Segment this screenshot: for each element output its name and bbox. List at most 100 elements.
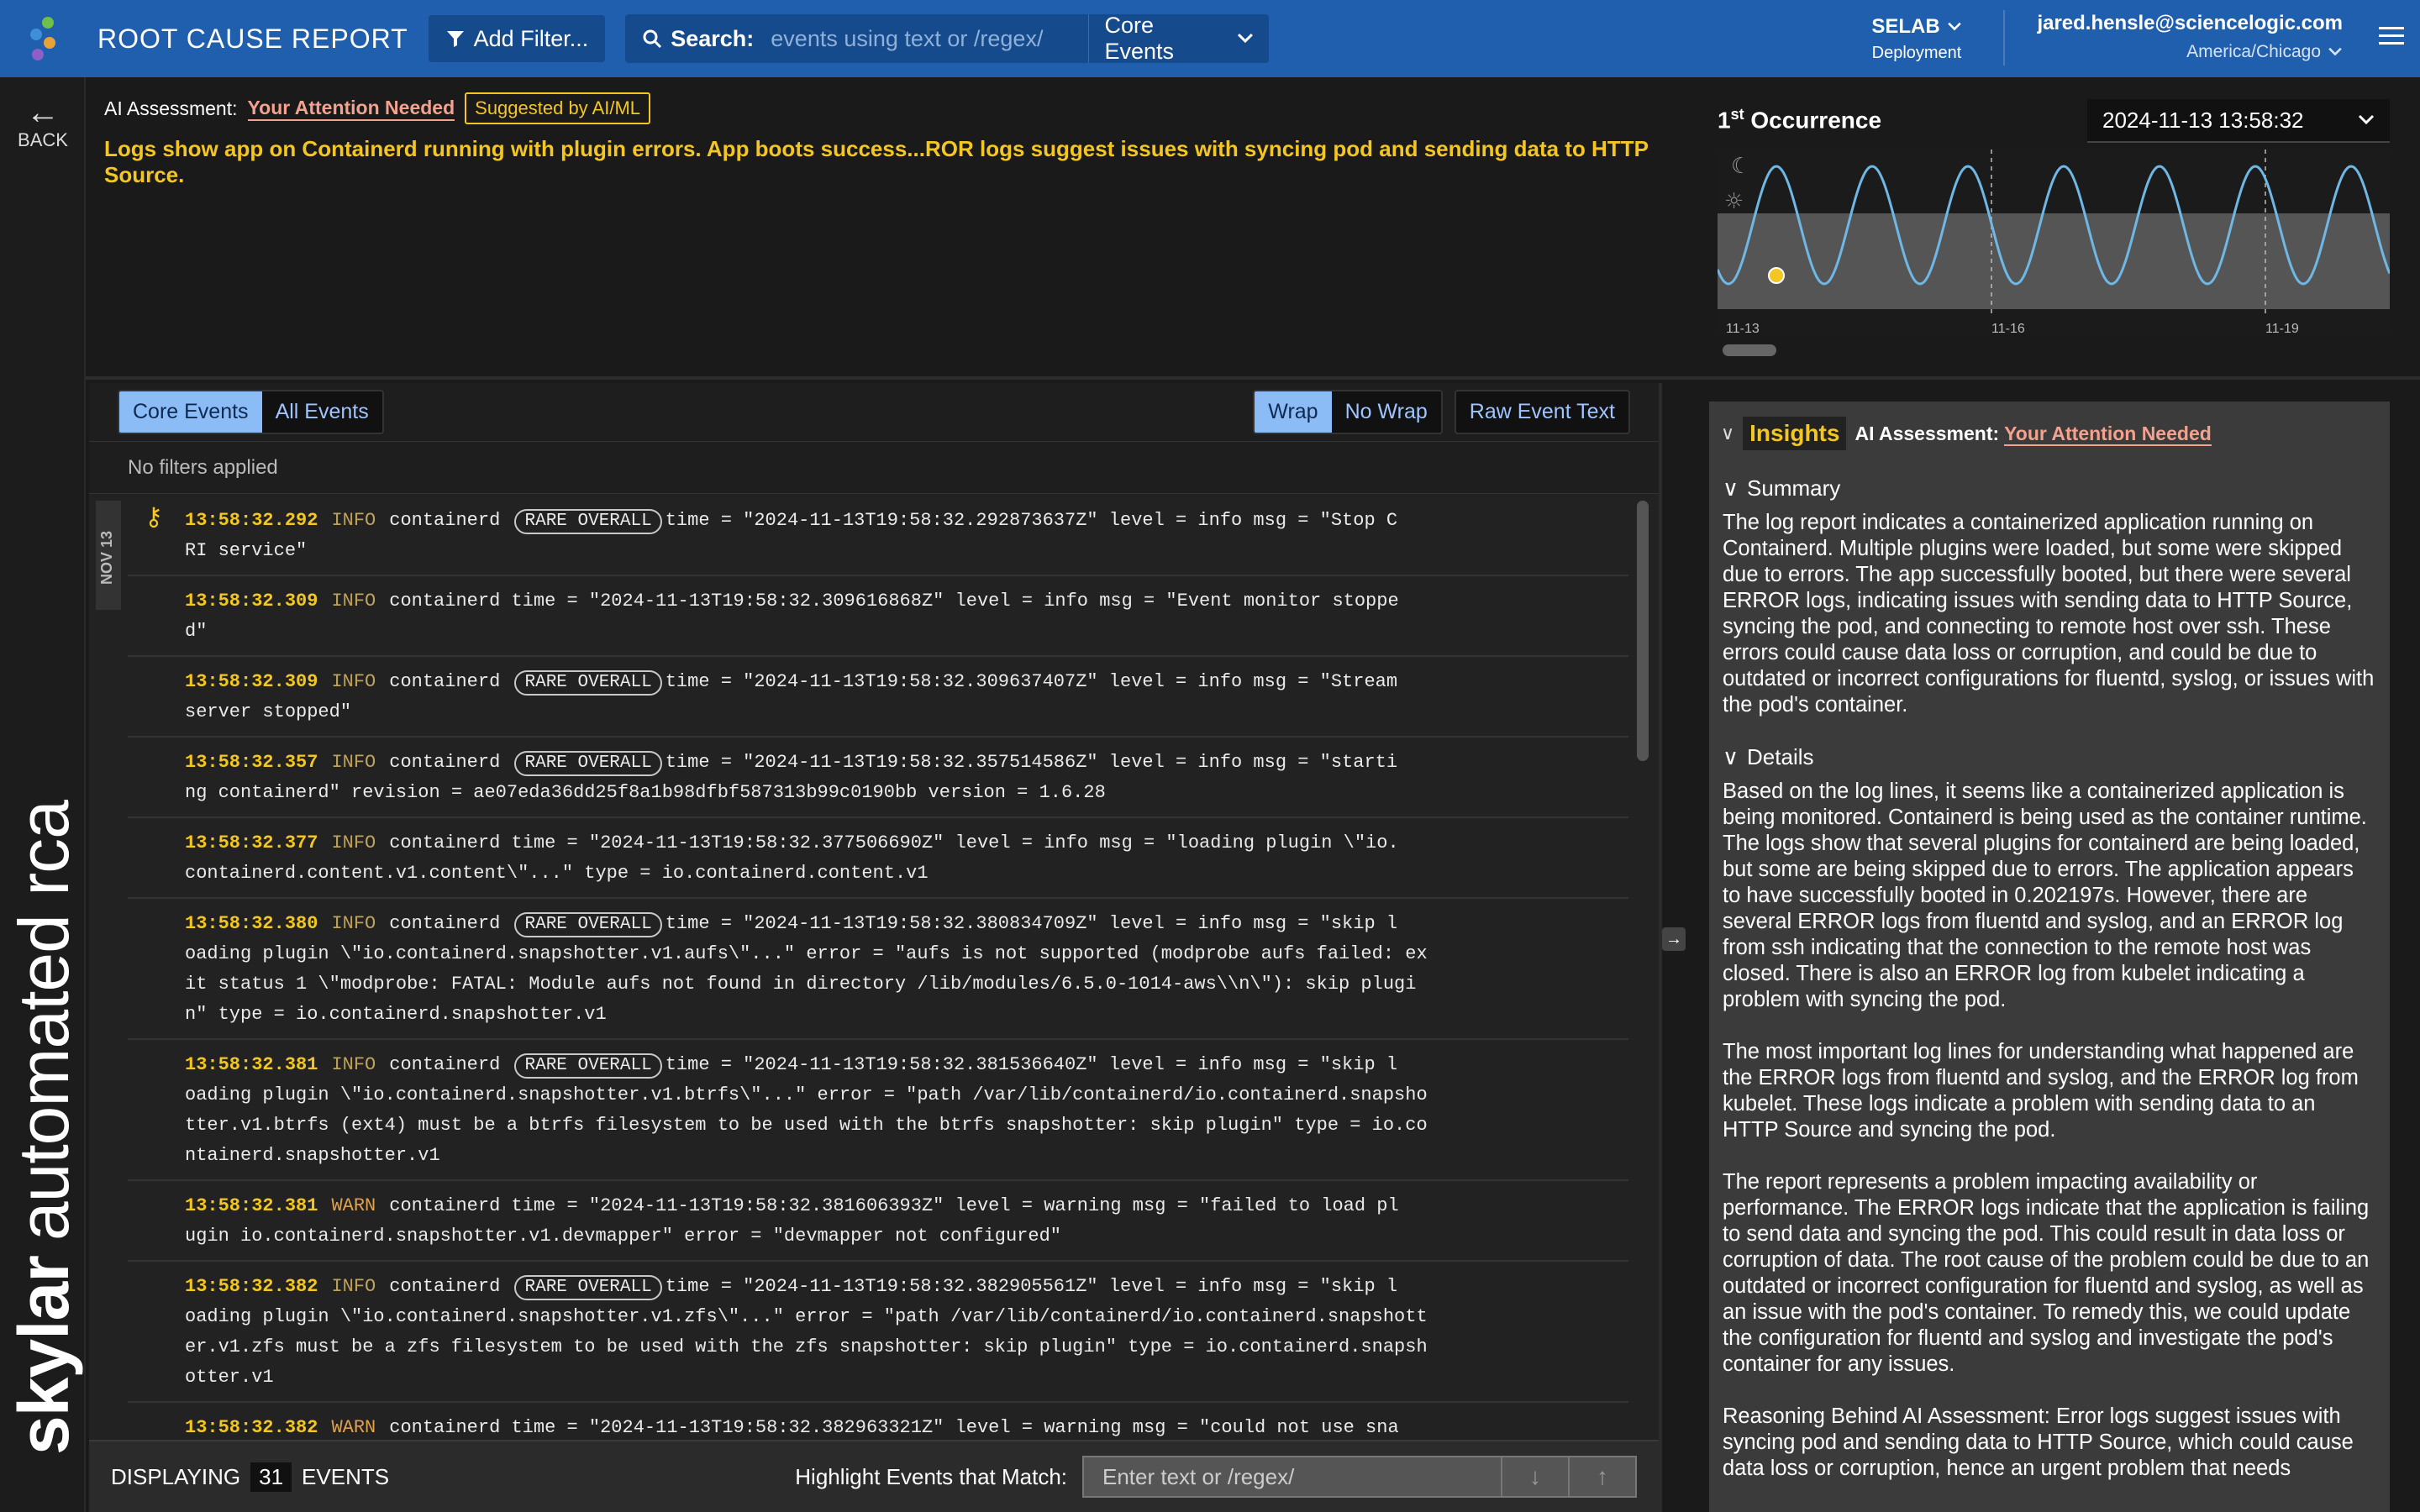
ai-assessment-status[interactable]: Your Attention Needed (247, 97, 455, 121)
event-level: INFO (331, 913, 376, 934)
search-scope-value: Core Events (1104, 13, 1175, 64)
event-text: er.v1.zfs must be a zfs filesystem to be… (185, 1336, 1428, 1357)
event-timestamp: 13:58:32.309 (185, 591, 318, 612)
event-level: WARN (331, 1417, 376, 1438)
event-row[interactable]: 13:58:32.382 WARN containerd time = "2024-… (128, 1403, 1628, 1440)
event-row[interactable]: 13:58:32.382 INFO containerd RARE OVERALL t… (128, 1262, 1628, 1403)
details-body: Based on the log lines, it seems like a … (1723, 779, 2376, 1482)
event-text: time = "2024-11-13T19:58:32.381606393Z" … (511, 1195, 1399, 1216)
event-timestamp: 13:58:32.309 (185, 671, 318, 692)
event-text: time = "2024-11-13T19:58:32.380834709Z" … (665, 913, 1398, 934)
assessment-panel: AI Assessment: Your Attention Needed Sug… (86, 77, 1707, 380)
details-title: Details (1747, 744, 1814, 769)
event-row[interactable]: 13:58:32.309 INFO containerd RARE OVERALL t… (128, 657, 1628, 738)
chevron-down-icon: ∨ (1721, 423, 1735, 444)
occurrence-date-select[interactable]: 2024-11-13 13:58:32 (2087, 99, 2390, 143)
back-button[interactable]: ← BACK (0, 96, 86, 151)
search-input[interactable] (771, 25, 1089, 52)
event-row[interactable]: 13:58:32.377 INFO containerd time = "2024-… (128, 818, 1628, 899)
back-label: BACK (18, 129, 68, 150)
event-count-value: 31 (250, 1462, 292, 1492)
assessment-headline: Logs show app on Containerd running with… (104, 136, 1649, 187)
chevron-down-icon: ∨ (1723, 475, 1739, 501)
events-toolbar: Core Events All Events Wrap No Wrap Raw … (89, 383, 1659, 442)
left-rail: ← BACK skylar automated rca (0, 77, 86, 1512)
details-paragraph: The most important log lines for underst… (1723, 1040, 2359, 1142)
details-paragraph: Reasoning Behind AI Assessment: Error lo… (1723, 1404, 2354, 1480)
rare-badge: RARE OVERALL (514, 1053, 662, 1079)
arrow-down-icon[interactable]: ↓ (1502, 1456, 1570, 1498)
details-toggle[interactable]: ∨ Details (1723, 744, 2390, 770)
day-marker: NOV 13 (96, 501, 121, 610)
occurrence-chart[interactable]: ☾ ☼ 11-13 11-16 11-19 (1718, 150, 2390, 334)
event-level: INFO (331, 1276, 376, 1297)
event-row[interactable]: 13:58:32.309 INFO containerd time = "2024-… (128, 576, 1628, 657)
event-timestamp: 13:58:32.381 (185, 1195, 318, 1216)
event-text: time = "2024-11-13T19:58:32.377506690Z" … (511, 832, 1399, 853)
event-text: d" (185, 621, 208, 642)
event-row[interactable]: ⚷ 13:58:32.292 INFO containerd RARE OVERALL… (128, 496, 1628, 576)
tab-all-events[interactable]: All Events (261, 391, 382, 433)
add-filter-button[interactable]: Add Filter... (428, 15, 606, 62)
arrow-left-icon: ← (26, 94, 60, 131)
event-text: server stopped" (185, 701, 352, 722)
brand-bold: skylar (4, 1256, 83, 1455)
x-tick-label: 11-16 (1991, 322, 2025, 334)
event-source: containerd (389, 752, 501, 773)
add-filter-label: Add Filter... (473, 25, 589, 51)
search-label: Search: (642, 26, 754, 52)
event-source: containerd (389, 510, 501, 531)
event-timestamp: 13:58:32.377 (185, 832, 318, 853)
raw-event-text-button[interactable]: Raw Event Text (1454, 390, 1630, 434)
event-timestamp: 13:58:32.382 (185, 1417, 318, 1438)
events-footer: DISPLAYING 31 EVENTS Highlight Events th… (89, 1440, 1659, 1512)
event-timestamp: 13:58:32.382 (185, 1276, 318, 1297)
search-scope-select[interactable]: Core Events (1088, 13, 1269, 64)
highlight-input[interactable] (1082, 1456, 1502, 1498)
event-source: containerd (389, 913, 501, 934)
top-bar: ROOT CAUSE REPORT Add Filter... Search: … (0, 0, 2420, 77)
chart-scrollbar[interactable] (1723, 344, 1776, 356)
insights-header[interactable]: ∨ Insights AI Assessment: Your Attention … (1709, 402, 2390, 450)
rare-badge: RARE OVERALL (514, 751, 662, 776)
sun-icon: ☼ (1724, 189, 1744, 214)
event-text: time = "2024-11-13T19:58:32.381536640Z" … (665, 1054, 1398, 1075)
page-title: ROOT CAUSE REPORT (97, 23, 408, 54)
wrap-toggle: Wrap No Wrap (1253, 390, 1443, 434)
collapse-panel-icon[interactable]: → (1662, 927, 1686, 951)
arrow-up-icon[interactable]: ↑ (1570, 1456, 1637, 1498)
occurrence-title: 1st Occurrence (1718, 106, 1882, 134)
event-text: time = "2024-11-13T19:58:32.357514586Z" … (665, 752, 1398, 773)
wrap-button[interactable]: Wrap (1255, 391, 1332, 433)
event-text: time = "2024-11-13T19:58:32.309616868Z" … (511, 591, 1399, 612)
x-tick-label: 11-13 (1726, 322, 1760, 334)
event-list-scrollbar[interactable] (1637, 501, 1649, 761)
summary-body: The log report indicates a containerized… (1723, 511, 2375, 717)
no-wrap-button[interactable]: No Wrap (1331, 391, 1441, 433)
org-selector[interactable]: SELAB Deployment (1857, 15, 1976, 63)
chevron-down-icon (2358, 114, 2375, 125)
filter-status: No filters applied (89, 442, 1659, 494)
event-timestamp: 13:58:32.381 (185, 1054, 318, 1075)
event-row[interactable]: 13:58:32.381 WARN containerd time = "2024-… (128, 1181, 1628, 1262)
summary-title: Summary (1747, 475, 1841, 501)
highlight-box: ↓ ↑ (1082, 1456, 1637, 1498)
app-logo-icon[interactable] (0, 0, 86, 77)
event-row[interactable]: 13:58:32.380 INFO containerd RARE OVERALL t… (128, 899, 1628, 1040)
event-level: INFO (331, 671, 376, 692)
summary-toggle[interactable]: ∨ Summary (1723, 475, 2390, 501)
rare-badge: RARE OVERALL (514, 670, 662, 696)
rare-badge: RARE OVERALL (514, 1275, 662, 1300)
chevron-down-icon (1238, 33, 1254, 44)
event-source: containerd (389, 1054, 501, 1075)
event-timestamp: 13:58:32.292 (185, 510, 318, 531)
search-label-text: Search: (671, 25, 755, 51)
tab-core-events[interactable]: Core Events (119, 391, 262, 433)
event-text: time = "2024-11-13T19:58:32.309637407Z" … (665, 671, 1398, 692)
event-row[interactable]: 13:58:32.381 INFO containerd RARE OVERALL t… (128, 1040, 1628, 1181)
hamburger-menu-icon[interactable] (2375, 22, 2408, 55)
user-menu[interactable]: jared.hensle@sciencelogic.com America/Ch… (2020, 12, 2343, 62)
event-row[interactable]: 13:58:32.357 INFO containerd RARE OVERALL t… (128, 738, 1628, 818)
event-timestamp: 13:58:32.357 (185, 752, 318, 773)
brand-wordmark: skylar automated rca (3, 801, 85, 1455)
